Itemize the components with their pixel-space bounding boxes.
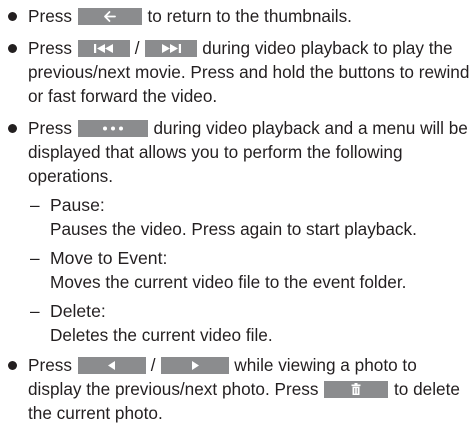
- skip-next-button: [144, 40, 197, 57]
- menu-item-dash: –: [30, 248, 40, 268]
- bullet-skip-pre: Press: [28, 38, 72, 58]
- more-dots-icon: [102, 126, 123, 131]
- skip-next-icon: [161, 44, 181, 53]
- menu-item-pause: – Pause: Pauses the video. Press again t…: [4, 193, 471, 241]
- bullet-back: Press to return to the thumbnails.: [4, 4, 471, 28]
- back-button: [77, 8, 142, 25]
- back-arrow-icon: [103, 11, 116, 22]
- triangle-left-icon: [107, 361, 115, 370]
- skip-previous-button: [77, 40, 130, 57]
- bullet-skip-slash: /: [134, 38, 140, 58]
- bullet-photo-slash: /: [150, 355, 156, 375]
- menu-item-move-to-event: – Move to Event: Moves the current video…: [4, 246, 471, 294]
- menu-item-title: Delete:: [50, 301, 106, 321]
- bullet-back-pre: Press: [28, 6, 72, 26]
- trash-icon: [351, 383, 361, 395]
- menu-item-title: Pause:: [50, 195, 105, 215]
- bullet-photo-pre: Press: [28, 355, 72, 375]
- skip-previous-icon: [93, 44, 113, 53]
- bullet-photo: Press / while viewing a photo to display…: [4, 353, 471, 425]
- bullet-menu: Press during video playback and a menu w…: [4, 116, 471, 188]
- menu-item-title: Move to Event:: [50, 248, 168, 268]
- bullet-back-post: to return to the thumbnails.: [142, 6, 352, 26]
- bullet-skip: Press / during video playback to play th…: [4, 36, 471, 108]
- triangle-right-icon: [191, 361, 199, 370]
- menu-item-dash: –: [30, 195, 40, 215]
- previous-photo-button: [77, 357, 146, 374]
- instructions-page: Press to return to the thumbnails. Press…: [0, 4, 471, 438]
- delete-photo-button: [324, 381, 389, 398]
- menu-item-dash: –: [30, 301, 40, 321]
- menu-item-desc: Moves the current video file to the even…: [50, 272, 407, 292]
- menu-item-desc: Pauses the video. Press again to start p…: [50, 219, 417, 239]
- more-button: [77, 120, 148, 137]
- next-photo-button: [160, 357, 229, 374]
- menu-item-desc: Deletes the current video file.: [50, 325, 273, 345]
- bullet-menu-pre: Press: [28, 118, 72, 138]
- menu-item-delete: – Delete: Deletes the current video file…: [4, 299, 471, 347]
